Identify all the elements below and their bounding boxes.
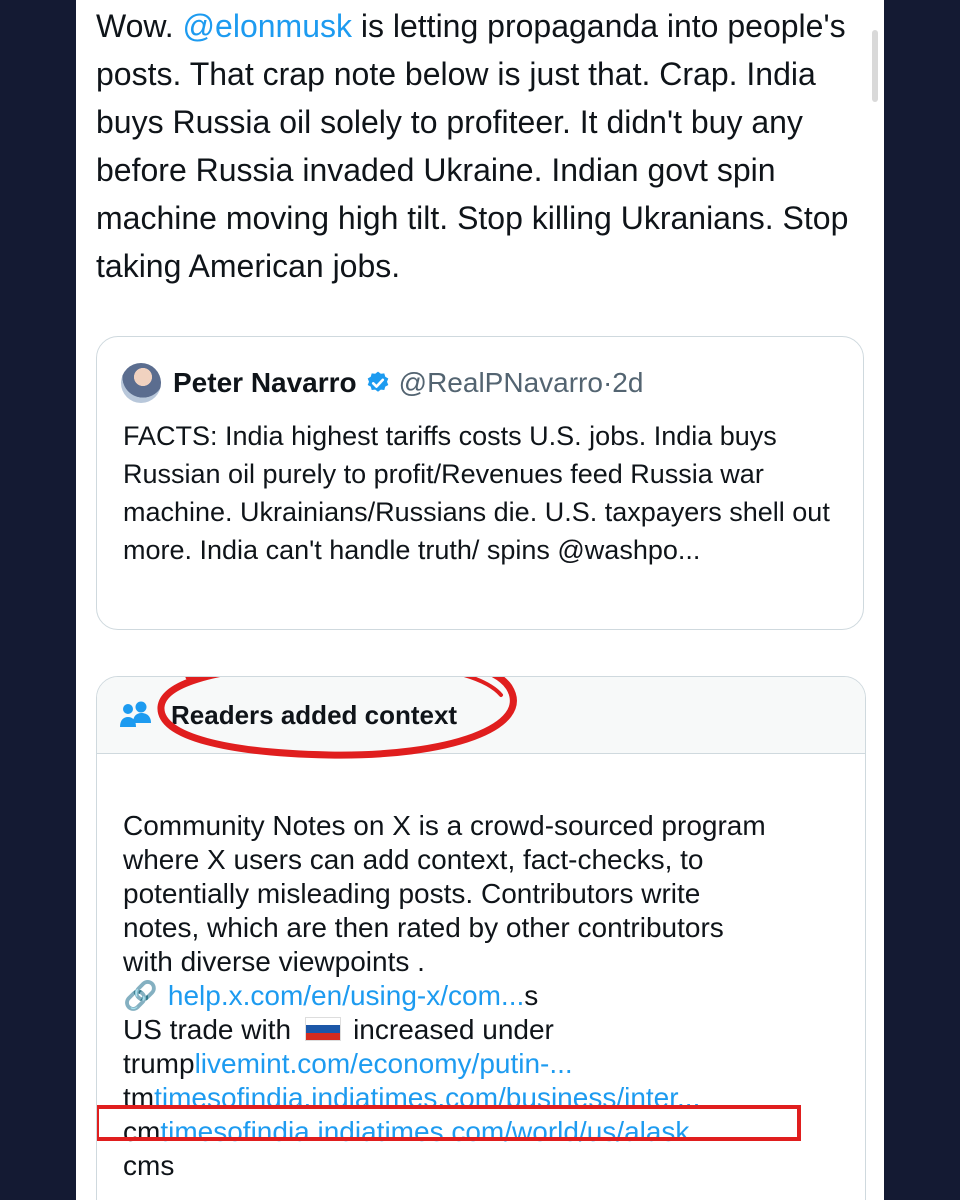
mention-link[interactable]: @elonmusk [183,8,352,44]
livemint-link[interactable]: livemint.com/economy/putin-... [195,1048,573,1079]
note-line: Community Notes on X is a crowd-sourced … [123,810,766,841]
tweet-text: Wow. @elonmusk is letting propaganda int… [96,2,856,290]
community-note-title: Readers added context [171,699,458,730]
community-note-header: Readers added context [97,677,865,759]
note-link-row: 🔗 help.x.com/en/using-x/com...s [123,979,853,1013]
tweet-text-rest: is letting propaganda into people's post… [96,8,849,284]
avatar[interactable] [121,363,161,403]
trump-line: trumplivemint.com/economy/putin-... [123,1047,853,1081]
note-line: where X users can add context, fact-chec… [123,844,704,875]
cm-line: cmtimesofindia.indiatimes.com/world/us/a… [123,1115,853,1149]
toi-business-link[interactable]: timesofindia.indiatimes.com/business/int… [154,1082,700,1113]
left-frame [0,0,76,1200]
cm-prefix: cm [123,1116,161,1147]
community-note-body: Community Notes on X is a crowd-sourced … [97,809,853,1183]
trade-text-after: increased under [353,1014,554,1045]
post-time[interactable]: 2d [612,367,643,399]
link-icon: 🔗 [123,980,158,1011]
author-handle[interactable]: @RealPNavarro [399,367,603,399]
post-screen: Wow. @elonmusk is letting propaganda int… [76,0,884,1200]
help-link-suffix: s [524,980,539,1011]
dot-separator: · [602,367,613,398]
verified-badge-icon [367,371,388,392]
russia-flag-icon [305,1017,342,1041]
note-line: with diverse viewpoints . [123,946,425,977]
trade-line: US trade with increased under [123,1013,853,1047]
quoted-post-text: FACTS: India highest tariffs costs U.S. … [123,421,830,565]
note-line: potentially misleading posts. Contributo… [123,878,701,909]
quoted-post-header: Peter Navarro @RealPNavarro · 2d [121,363,643,403]
quoted-post[interactable]: Peter Navarro @RealPNavarro · 2d FACTS: … [96,336,864,630]
scrollbar[interactable] [872,30,878,102]
right-frame [884,0,960,1200]
trade-text-before: US trade with [123,1014,292,1045]
tweet-text-lead: Wow. [96,8,183,44]
note-line: notes, which are then rated by other con… [123,912,724,943]
cms-line: cms [123,1150,175,1181]
community-note: Readers added context Community Notes on… [96,676,866,1200]
tm-line: tmtimesofindia.indiatimes.com/business/i… [123,1081,853,1115]
tm-prefix: tm [123,1082,155,1113]
help-link[interactable]: help.x.com/en/using-x/com... [168,980,524,1011]
trump-prefix: trump [123,1048,195,1079]
people-icon [120,701,151,727]
toi-world-link[interactable]: timesofindia.indiatimes.com/world/us/ala… [160,1116,712,1147]
author-name[interactable]: Peter Navarro [173,367,357,399]
